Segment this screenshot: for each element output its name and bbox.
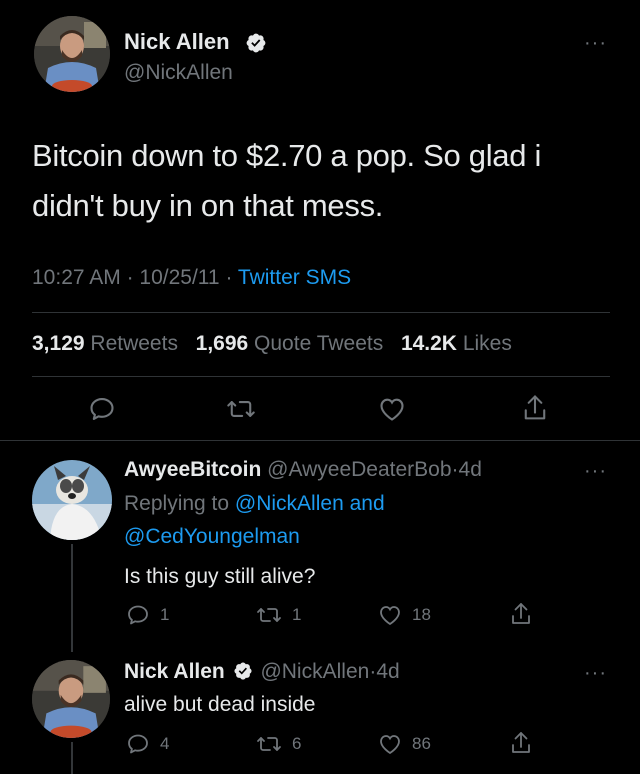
replying-to-prefix: Replying to <box>124 492 230 515</box>
more-icon[interactable]: ··· <box>584 33 607 53</box>
retweet-icon <box>257 608 281 622</box>
tweet-meta: 10:27 AM · 10/25/11 · Twitter SMS <box>32 264 351 292</box>
share-icon <box>524 395 546 420</box>
meta-separator: · <box>126 266 134 289</box>
replying-to: Replying to @NickAllen and <box>124 490 385 518</box>
author-handle[interactable]: @NickAllen <box>124 60 233 86</box>
reply-count: 1 <box>160 605 170 624</box>
divider <box>0 440 640 441</box>
reply-button[interactable]: 4 <box>126 732 169 756</box>
like-button[interactable]: 18 <box>378 604 431 626</box>
replying-to-mention[interactable]: @NickAllen and <box>235 492 385 515</box>
share-button[interactable] <box>522 393 548 423</box>
divider <box>32 376 610 377</box>
reply-header: Nick Allen @NickAllen·4d <box>124 658 400 686</box>
like-icon <box>380 735 400 755</box>
share-button[interactable] <box>510 730 532 756</box>
divider <box>32 312 610 313</box>
retweet-button[interactable]: 6 <box>256 732 301 756</box>
reply-count: 4 <box>160 734 170 753</box>
like-count: 18 <box>412 605 431 624</box>
author-name[interactable]: Nick Allen <box>124 28 230 56</box>
share-icon <box>512 603 530 624</box>
more-icon[interactable]: ··· <box>584 663 607 683</box>
quotes-label: Quote Tweets <box>254 332 384 355</box>
quotes-stat[interactable]: 1,696 Quote Tweets <box>196 332 384 355</box>
tweet-text-line-1: Bitcoin down to $2.70 a pop. So glad i <box>32 138 542 173</box>
retweet-count: 6 <box>292 734 302 753</box>
reply-button[interactable] <box>88 395 116 423</box>
share-icon <box>512 732 530 753</box>
like-icon <box>380 606 400 626</box>
like-count: 86 <box>412 734 431 753</box>
verified-badge-icon <box>233 661 253 681</box>
retweet-button[interactable] <box>226 395 256 423</box>
share-button[interactable] <box>510 601 532 627</box>
quotes-count: 1,696 <box>195 332 249 355</box>
thread-line <box>71 544 73 652</box>
like-button[interactable]: 86 <box>378 733 431 755</box>
retweet-icon <box>227 401 255 417</box>
meta-separator: · <box>225 266 233 289</box>
author-avatar[interactable] <box>34 16 110 92</box>
retweet-icon <box>257 737 281 751</box>
like-button[interactable] <box>378 396 406 422</box>
retweets-label: Retweets <box>90 332 178 355</box>
retweet-count: 1 <box>292 605 302 624</box>
reply-author-name[interactable]: Nick Allen <box>124 660 225 683</box>
reply-icon <box>128 734 148 754</box>
retweets-count: 3,129 <box>32 332 85 355</box>
like-icon <box>380 398 404 421</box>
tweet-stats: 3,129 Retweets 1,696 Quote Tweets 14.2K … <box>32 330 512 358</box>
likes-count: 14.2K <box>400 332 457 355</box>
tweet-time[interactable]: 10:27 AM <box>32 266 121 289</box>
reply-age[interactable]: 4d <box>459 458 482 481</box>
retweet-button[interactable]: 1 <box>256 603 301 627</box>
reply-author-name[interactable]: AwyeeBitcoin <box>124 458 261 481</box>
meta-separator: · <box>451 458 459 481</box>
reply-text: Is this guy still alive? <box>124 565 316 588</box>
reply-icon <box>128 605 148 625</box>
tweet-text-line-2: didn't buy in on that mess. <box>32 188 384 223</box>
reply-icon <box>90 398 114 420</box>
reply-button[interactable]: 1 <box>126 603 169 627</box>
likes-stat[interactable]: 14.2K Likes <box>401 332 512 355</box>
tweet-source-link[interactable]: Twitter SMS <box>238 266 351 289</box>
more-icon[interactable]: ··· <box>584 461 607 481</box>
verified-badge-icon <box>245 32 267 54</box>
replying-to-mention[interactable]: @CedYoungelman <box>124 523 300 551</box>
reply-avatar[interactable] <box>32 660 110 738</box>
tweet-date[interactable]: 10/25/11 <box>139 266 219 289</box>
reply-author-handle[interactable]: @NickAllen <box>260 660 369 683</box>
reply-author-handle[interactable]: @AwyeeDeaterBob <box>267 458 451 481</box>
thread-line <box>71 742 73 774</box>
likes-label: Likes <box>462 332 512 355</box>
reply-avatar[interactable] <box>32 460 112 540</box>
reply-text: alive but dead inside <box>124 693 316 716</box>
reply-age[interactable]: 4d <box>376 660 399 683</box>
retweets-stat[interactable]: 3,129 Retweets <box>32 332 178 355</box>
reply-header: AwyeeBitcoin @AwyeeDeaterBob·4d <box>124 456 482 484</box>
